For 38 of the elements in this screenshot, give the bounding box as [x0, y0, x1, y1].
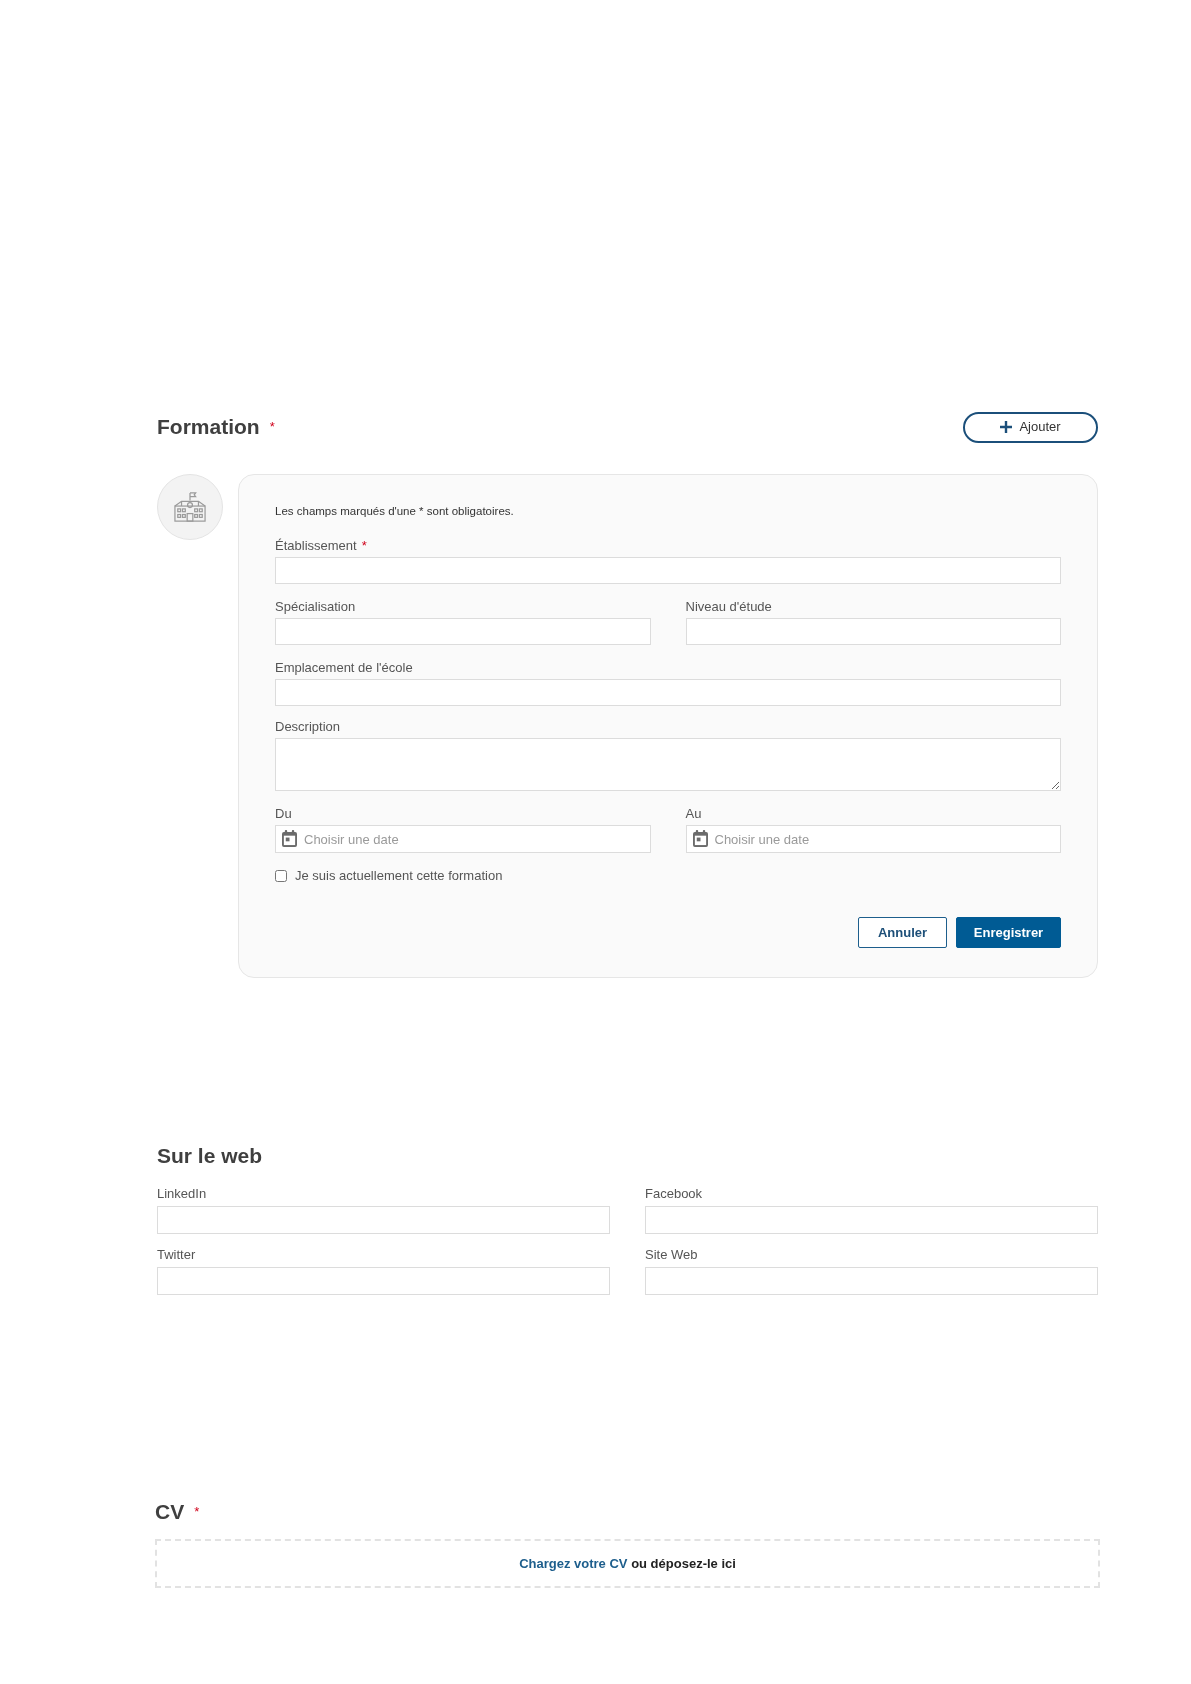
field-label: Niveau d'étude [685, 598, 772, 616]
field-label: Spécialisation [275, 598, 356, 616]
text-field[interactable] [275, 618, 651, 645]
text-field[interactable] [157, 1206, 610, 1234]
required-note: Les champs marqués d'une * sont obligatoires. [275, 504, 515, 519]
checkbox[interactable] [275, 870, 287, 882]
text-field[interactable] [645, 1206, 1098, 1234]
plus-icon [1000, 421, 1013, 433]
text-field[interactable] [645, 1267, 1098, 1295]
date-field[interactable]: Choisir une date [685, 825, 1061, 853]
field-label: Site Web [645, 1246, 699, 1264]
section-title: Formation [157, 414, 260, 440]
field-label: LinkedIn [157, 1185, 208, 1203]
text-field[interactable] [157, 1267, 610, 1295]
text-area[interactable] [275, 738, 1061, 791]
field-label: Twitter [157, 1246, 197, 1264]
field-label: Établissement [275, 537, 357, 555]
cancel-button[interactable]: Annuler [858, 917, 947, 948]
date-field[interactable]: Choisir une date [275, 825, 651, 853]
checkbox-label: Je suis actuellement cette formation [295, 867, 503, 885]
field-label: Au [685, 805, 702, 823]
required-mark: * [361, 537, 367, 555]
section-title: CV [155, 1499, 185, 1525]
field-label: Description [275, 718, 341, 736]
dropzone-text: Chargez votre CV ou déposez-le ici [519, 1554, 736, 1573]
required-mark: * [269, 420, 275, 434]
save-button[interactable]: Enregistrer [956, 917, 1061, 948]
field-label: Emplacement de l'école [275, 659, 413, 677]
text-field[interactable] [275, 557, 1061, 584]
upload-link[interactable]: Chargez votre CV [519, 1555, 628, 1571]
field-label: Facebook [645, 1185, 704, 1203]
field-label: Du [275, 805, 292, 823]
text-field[interactable] [275, 679, 1061, 706]
add-button[interactable]: Ajouter [963, 411, 1098, 443]
file-dropzone[interactable]: Chargez votre CV ou déposez-le ici [155, 1539, 1100, 1588]
text-field[interactable] [685, 618, 1061, 645]
required-mark: * [194, 1505, 200, 1519]
section-title: Sur le web [157, 1143, 263, 1169]
